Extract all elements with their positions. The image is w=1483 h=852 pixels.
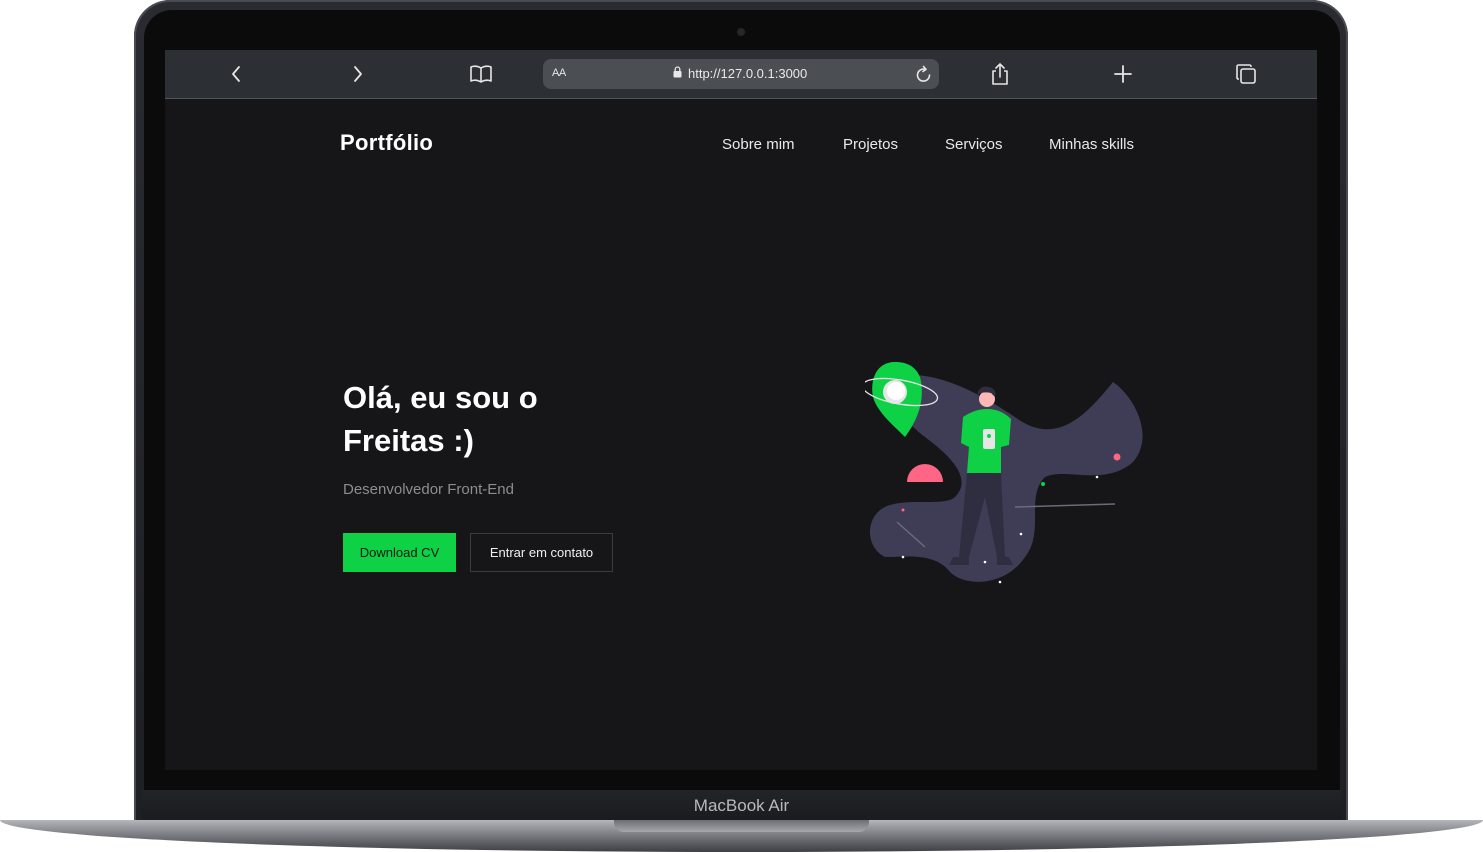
page-content: Portfólio Sobre mim Projetos Serviços Mi… [165,99,1317,770]
share-icon[interactable] [987,62,1013,86]
forward-icon[interactable] [345,62,371,86]
tabs-icon[interactable] [1233,62,1259,86]
reload-icon[interactable] [915,64,933,89]
star-pink [1113,453,1121,461]
nav-item-minhas-skills[interactable]: Minhas skills [1049,136,1134,153]
star-white [998,580,1002,584]
hero-title: Olá, eu sou o Freitas :) [343,380,538,458]
star-white [901,555,905,559]
pink-planet [907,464,943,482]
site-logo[interactable]: Portfólio [340,130,433,156]
star-white [983,560,987,564]
address-bar[interactable]: AA http://127.0.0.1:3000 [543,59,939,89]
camera-icon [737,28,745,36]
star-white [1095,475,1099,479]
model-label: MacBook Air [693,796,790,815]
url-text[interactable]: http://127.0.0.1:3000 [688,66,807,81]
hero-illustration [865,362,1143,584]
moon-core [887,382,905,400]
browser-window: AA http://127.0.0.1:3000 Portfólio Sobre… [165,50,1317,770]
browser-toolbar: AA http://127.0.0.1:3000 [165,50,1317,99]
text-size-button[interactable]: AA [552,67,566,79]
nav-item-servicos[interactable]: Serviços [945,136,1003,153]
new-tab-icon[interactable] [1110,62,1136,86]
star-green [1041,482,1045,486]
lock-icon [673,66,682,81]
laptop-notch [614,820,869,832]
contact-button[interactable]: Entrar em contato [470,533,613,572]
nav-item-sobre-mim[interactable]: Sobre mim [722,136,795,153]
star-white [1019,532,1023,536]
phone-icon [983,429,995,449]
hero-subtitle: Desenvolvedor Front-End [343,481,514,498]
phone-dot [987,434,991,438]
download-cv-button[interactable]: Download CV [343,533,456,572]
bookmarks-icon[interactable] [468,62,494,86]
star-pink [901,508,905,512]
back-icon[interactable] [223,62,249,86]
nav-item-projetos[interactable]: Projetos [843,136,898,153]
